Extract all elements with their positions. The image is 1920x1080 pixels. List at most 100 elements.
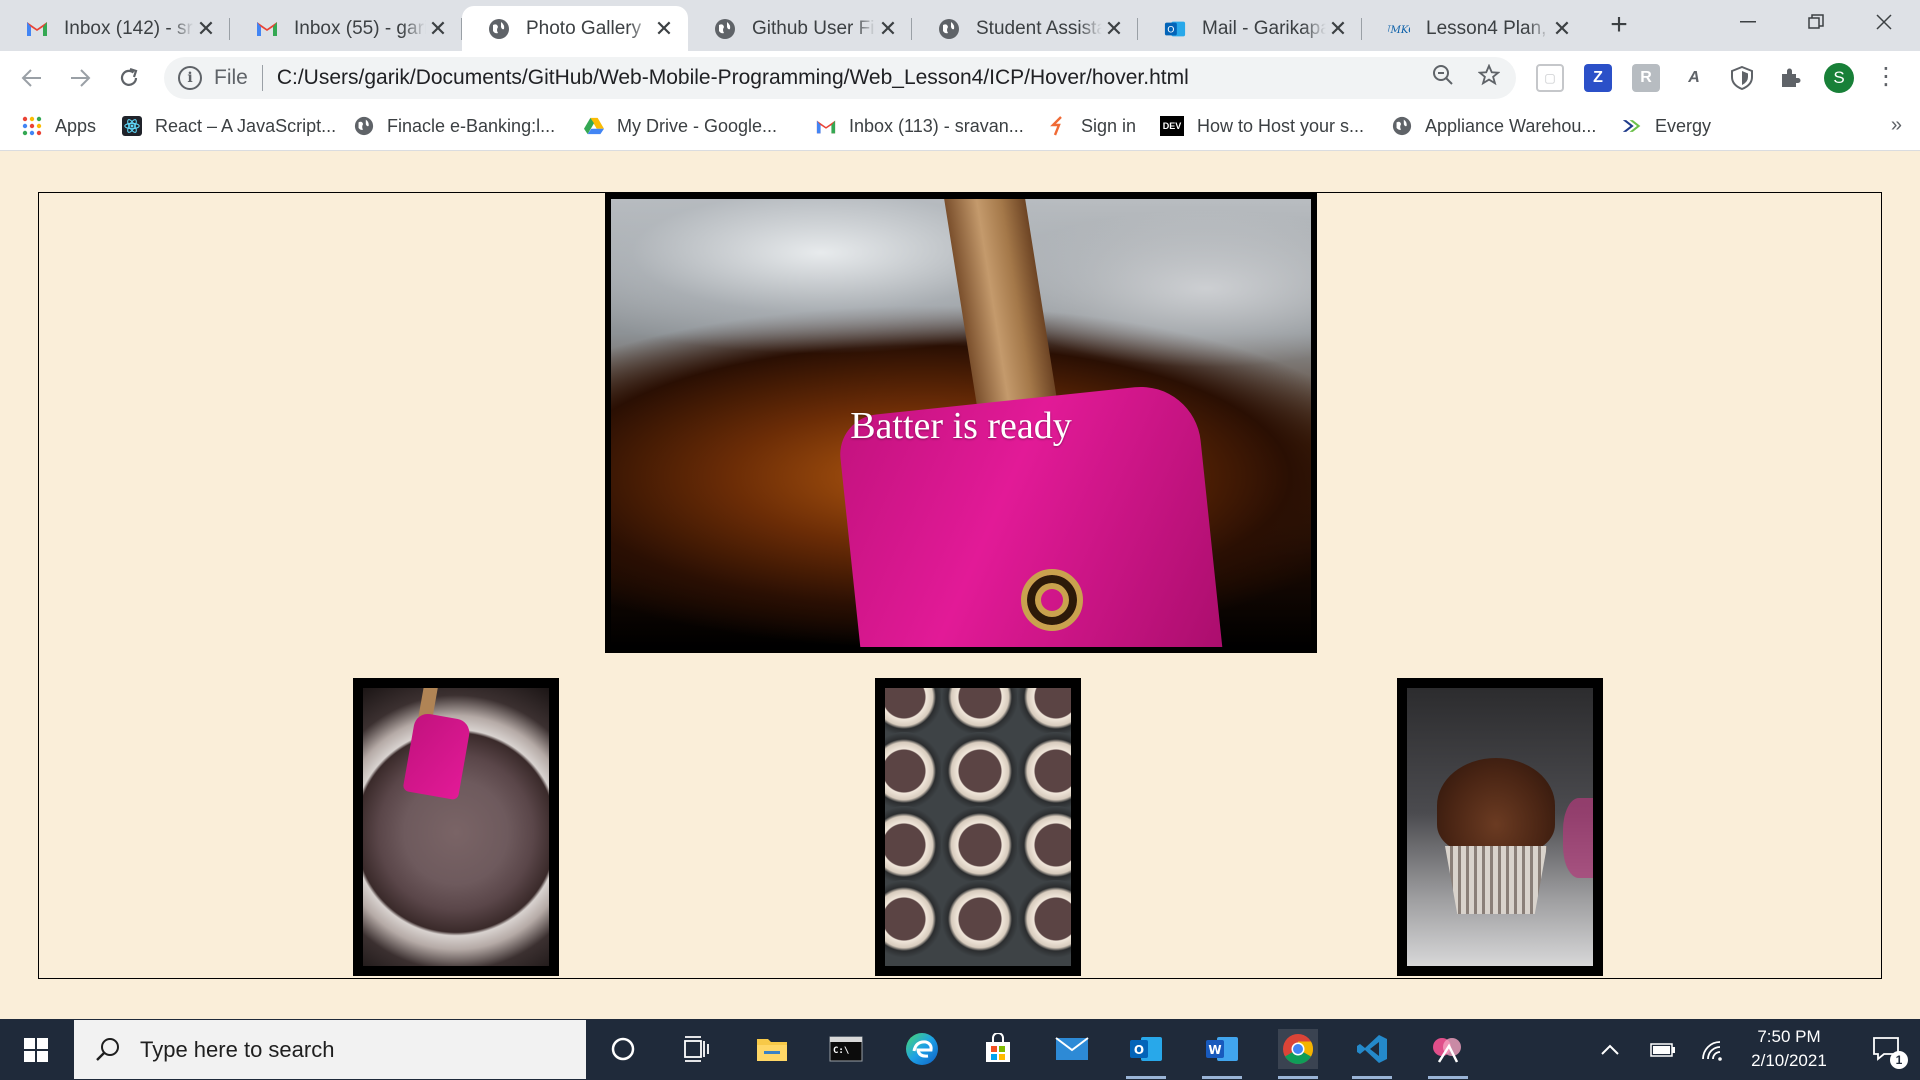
bookmark-my-drive[interactable]: My Drive - Google... [584, 104, 777, 148]
bookmark-label: My Drive - Google... [617, 115, 778, 136]
apps-grid-icon [22, 116, 42, 136]
wifi-icon[interactable] [1700, 1019, 1726, 1080]
muffin-cup [941, 732, 1019, 810]
zotero-extension-icon[interactable]: Z [1584, 64, 1612, 92]
grammar-extension-icon[interactable]: R [1632, 64, 1660, 92]
chrome-app-icon[interactable] [1278, 1029, 1318, 1079]
url-text[interactable]: C:/Users/garik/Documents/GitHub/Web-Mobi… [277, 66, 1189, 90]
battery-icon[interactable] [1650, 1019, 1676, 1080]
bookmark-inbox-113[interactable]: Inbox (113) - sravan... [816, 104, 1024, 148]
system-clock[interactable]: 7:50 PM 2/10/2021 [1734, 1025, 1844, 1073]
bookmark-label: React – A JavaScript... [155, 115, 337, 136]
gmail-icon [256, 18, 278, 40]
search-icon [96, 1037, 119, 1061]
tab-label: Mail - Garikapati [1202, 17, 1326, 39]
close-window-button[interactable] [1850, 0, 1918, 44]
spatula-head [402, 711, 472, 801]
close-icon[interactable]: ✕ [1550, 16, 1574, 41]
hero-caption: Batter is ready [850, 405, 1072, 447]
close-icon[interactable]: ✕ [1326, 16, 1350, 41]
profile-avatar[interactable]: S [1824, 63, 1854, 93]
tab-lesson4-plan[interactable]: UMKC Lesson4 Plan, Pr ✕ [1362, 6, 1586, 51]
puzzle-extensions-icon[interactable] [1776, 64, 1804, 92]
bookmark-finacle[interactable]: Finacle e-Banking:l... [354, 104, 555, 148]
muffin-cup [885, 732, 943, 810]
show-hidden-icons-button[interactable] [1600, 1019, 1620, 1080]
close-icon[interactable]: ✕ [426, 16, 450, 41]
reload-icon [120, 67, 138, 86]
gmail-icon [26, 18, 48, 40]
thumbnail-muffin-tin[interactable] [875, 678, 1081, 976]
cortana-icon[interactable] [603, 1029, 643, 1069]
mail-app-icon[interactable] [1052, 1029, 1092, 1069]
close-icon[interactable]: ✕ [876, 16, 900, 41]
pocket-extension-icon[interactable]: ▢ [1536, 64, 1564, 92]
tab-inbox-55[interactable]: Inbox (55) - garikapati ✕ [230, 6, 462, 51]
photo-gallery: Batter is ready [38, 192, 1882, 979]
bookmark-sign-in[interactable]: Sign in [1048, 104, 1136, 148]
reload-button[interactable] [113, 62, 145, 94]
windows-logo-icon [24, 1037, 48, 1062]
new-tab-button[interactable]: + [1604, 10, 1634, 40]
snipping-tool-icon[interactable] [1428, 1029, 1468, 1079]
bookmark-how-to-host[interactable]: DEV How to Host your s... [1160, 104, 1364, 148]
menu-kebab-icon[interactable]: ⋮ [1874, 63, 1898, 93]
notification-count-badge: 1 [1890, 1051, 1908, 1069]
translate-extension-icon[interactable]: A [1680, 64, 1708, 92]
tab-github-user-finder[interactable]: Github User Finder ✕ [688, 6, 912, 51]
task-view-icon[interactable] [676, 1029, 716, 1069]
divider [261, 65, 263, 91]
tab-label: Student Assistant [976, 17, 1102, 39]
close-icon [1876, 14, 1892, 30]
close-icon[interactable]: ✕ [194, 16, 218, 41]
thumbnail-photo [363, 688, 549, 966]
bookmark-star-icon[interactable] [1477, 63, 1501, 92]
edge-icon[interactable] [902, 1029, 942, 1069]
tab-student-assistant[interactable]: Student Assistant ✕ [912, 6, 1138, 51]
arrow-left-icon [21, 69, 41, 87]
umkc-icon: UMKC [1388, 18, 1410, 40]
muffin-cup [885, 880, 943, 958]
microsoft-store-icon[interactable] [978, 1029, 1018, 1069]
vscode-app-icon[interactable] [1352, 1029, 1392, 1079]
thumbnail-chocolate-cupcake[interactable] [1397, 678, 1603, 976]
tab-photo-gallery[interactable]: Photo Gallery ✕ [462, 6, 688, 51]
thumbnail-batter-bowl[interactable] [353, 678, 559, 976]
outlook-icon: O [1164, 18, 1186, 40]
bookmark-evergy[interactable]: Evergy [1622, 104, 1711, 148]
address-bar[interactable]: i File C:/Users/garik/Documents/GitHub/W… [164, 57, 1516, 99]
clock-date: 2/10/2021 [1751, 1051, 1827, 1070]
batter-photo: Batter is ready [611, 199, 1311, 647]
terminal-icon[interactable]: C:\ [826, 1029, 866, 1069]
bookmark-react[interactable]: React – A JavaScript... [122, 104, 336, 148]
taskbar-search-box[interactable]: Type here to search [74, 1020, 586, 1079]
zoom-icon[interactable] [1432, 64, 1454, 92]
tab-label: Inbox (142) - sravan [64, 17, 194, 39]
globe-icon [354, 116, 374, 136]
tab-inbox-142[interactable]: Inbox (142) - sravan ✕ [0, 6, 230, 51]
chevron-double-right-icon[interactable]: » [1891, 114, 1902, 137]
shield-extension-icon[interactable] [1728, 64, 1756, 92]
file-explorer-icon[interactable] [752, 1029, 792, 1069]
start-button[interactable] [0, 1019, 72, 1080]
forward-button[interactable] [64, 62, 96, 94]
outlook-app-icon[interactable]: O [1126, 1029, 1166, 1079]
word-app-icon[interactable]: W [1202, 1029, 1242, 1079]
restore-button[interactable] [1782, 0, 1850, 44]
close-icon[interactable]: ✕ [1102, 16, 1126, 41]
close-icon[interactable]: ✕ [652, 16, 676, 41]
bookmarks-bar: Apps React – A JavaScript... Finacle e-B… [0, 104, 1920, 151]
minimize-icon [1740, 21, 1756, 23]
tab-mail-garikapati[interactable]: O Mail - Garikapati ✕ [1138, 6, 1362, 51]
bookmark-appliance-warehouse[interactable]: Appliance Warehou... [1392, 104, 1596, 148]
frosting [1437, 758, 1555, 853]
svg-text:C:\: C:\ [833, 1046, 849, 1056]
info-icon[interactable]: i [178, 66, 202, 90]
notification-center-button[interactable]: 1 [1872, 1035, 1908, 1069]
back-button[interactable] [16, 62, 48, 94]
hero-image[interactable]: Batter is ready [605, 193, 1317, 653]
minimize-button[interactable] [1714, 0, 1782, 44]
bookmark-apps[interactable]: Apps [22, 104, 96, 148]
cupcake-liner [1445, 846, 1547, 914]
svg-text:O: O [1167, 24, 1174, 35]
